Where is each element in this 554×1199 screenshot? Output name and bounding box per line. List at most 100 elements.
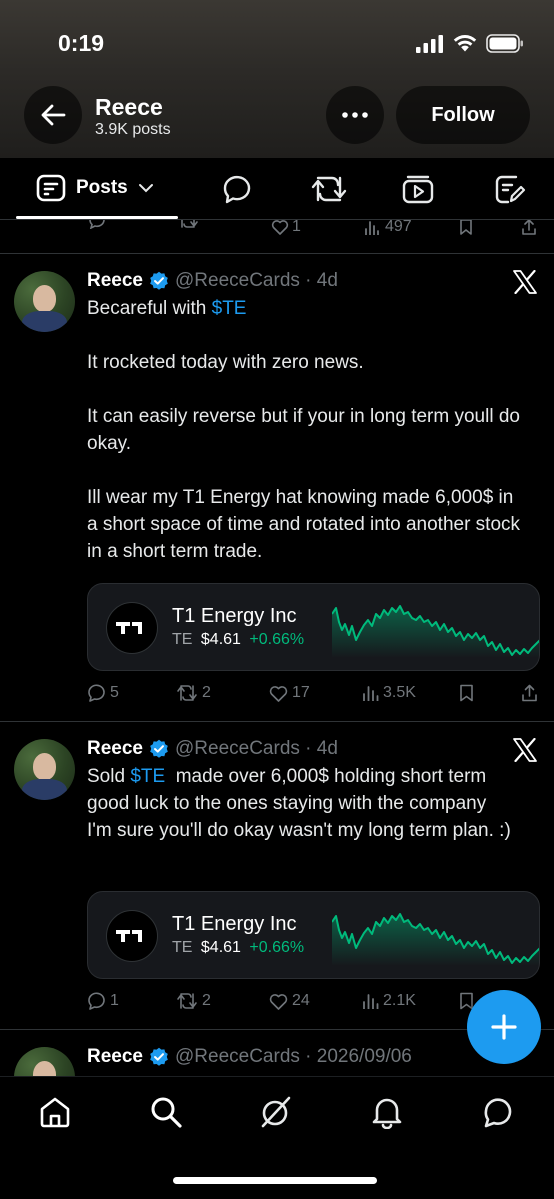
reply-button[interactable]: 1 xyxy=(87,992,119,1010)
tweet-text: Becareful with $TE It rocketed today wit… xyxy=(87,295,527,565)
views-count: 2.1K xyxy=(383,992,416,1009)
media-icon[interactable] xyxy=(402,174,434,204)
tweet[interactable]: Reece @ReeceCards · 4d Becareful with $T… xyxy=(0,254,554,722)
tab-active-indicator xyxy=(16,216,178,219)
author-name[interactable]: Reece xyxy=(87,1046,143,1068)
tweet-header: Reece @ReeceCards · 4d xyxy=(87,270,338,292)
stock-card[interactable]: T1 Energy Inc TE $4.61 +0.66% xyxy=(87,583,540,671)
like-count: 17 xyxy=(292,684,310,701)
views-count: 3.5K xyxy=(383,684,416,701)
posts-icon xyxy=(36,174,66,202)
profile-name: Reece xyxy=(95,94,163,120)
back-button[interactable] xyxy=(24,86,82,144)
messages-icon[interactable] xyxy=(481,1095,515,1129)
articles-icon[interactable] xyxy=(494,174,526,204)
tweet-text: Sold $TE made over 6,000$ holding short … xyxy=(87,763,512,844)
reply-icon xyxy=(88,992,105,1010)
reply-icon xyxy=(88,684,105,702)
home-indicator xyxy=(173,1177,377,1184)
views-icon xyxy=(363,994,379,1009)
views-button[interactable]: 2.1K xyxy=(362,992,416,1010)
like-button[interactable]: 17 xyxy=(269,684,310,702)
tab-posts-label: Posts xyxy=(76,177,128,198)
verified-badge-icon xyxy=(149,271,169,291)
tweet[interactable]: Reece @ReeceCards · 4d Sold $TE made ove… xyxy=(0,722,554,1030)
stock-ticker: TE xyxy=(172,631,193,648)
stock-quote: TE $4.61 +0.66% xyxy=(172,939,304,957)
verified-badge-icon xyxy=(149,739,169,759)
stock-sparkline xyxy=(332,913,539,966)
stock-quote: TE $4.61 +0.66% xyxy=(172,631,304,649)
tweet-paragraph: Becareful with $TE xyxy=(87,298,247,319)
like-icon xyxy=(269,685,288,702)
status-time: 0:19 xyxy=(58,30,105,56)
views-icon xyxy=(363,686,379,701)
like-icon[interactable] xyxy=(271,220,289,235)
repost-icon xyxy=(177,993,197,1009)
home-icon[interactable] xyxy=(38,1095,72,1129)
repost-count: 2 xyxy=(202,684,211,701)
avatar[interactable] xyxy=(14,739,75,800)
previous-views-count: 497 xyxy=(385,220,412,235)
reply-icon[interactable] xyxy=(88,220,106,229)
cashtag-link[interactable]: $TE xyxy=(212,298,247,319)
system-icons xyxy=(416,34,524,53)
cashtag-link[interactable]: $TE xyxy=(130,766,165,787)
bookmark-icon[interactable] xyxy=(459,220,473,235)
x-logo-icon xyxy=(513,270,537,294)
arrow-left-icon xyxy=(41,104,66,126)
stock-name: T1 Energy Inc xyxy=(172,913,297,935)
like-button[interactable]: 24 xyxy=(269,992,310,1010)
tweet-paragraph: It rocketed today with zero news. xyxy=(87,352,364,373)
replies-icon[interactable] xyxy=(221,174,255,204)
stock-change: +0.66% xyxy=(249,631,305,648)
plus-icon xyxy=(491,1014,517,1040)
repost-count: 2 xyxy=(202,992,211,1009)
reply-button[interactable]: 5 xyxy=(87,684,119,702)
profile-posts-count: 3.9K posts xyxy=(95,121,171,138)
stock-sparkline xyxy=(332,605,539,658)
author-handle-time[interactable]: @ReeceCards · 2026/09/06 xyxy=(175,1046,412,1068)
compose-button[interactable] xyxy=(467,990,541,1064)
bookmark-icon xyxy=(460,684,473,702)
share-icon[interactable] xyxy=(521,220,537,235)
author-name[interactable]: Reece xyxy=(87,738,143,760)
stock-card[interactable]: T1 Energy Inc TE $4.61 +0.66% xyxy=(87,891,540,979)
chevron-down-icon xyxy=(138,184,153,193)
views-button[interactable]: 3.5K xyxy=(362,684,416,702)
stock-price: $4.61 xyxy=(200,939,241,956)
tweet-paragraph: Ill wear my T1 Energy hat knowing made 6… xyxy=(87,487,521,562)
tab-posts[interactable]: Posts xyxy=(36,174,154,202)
tweet-paragraph: Sold $TE made over 6,000$ holding short … xyxy=(87,766,511,841)
repost-button[interactable]: 2 xyxy=(176,992,211,1010)
search-icon[interactable] xyxy=(149,1095,183,1129)
verified-badge-icon xyxy=(149,1047,169,1067)
share-button[interactable] xyxy=(521,684,538,702)
avatar[interactable] xyxy=(14,1047,75,1076)
stock-price: $4.61 xyxy=(200,631,241,648)
x-logo-icon xyxy=(513,738,537,762)
bookmark-button[interactable] xyxy=(459,684,474,702)
tweet-header: Reece @ReeceCards · 4d xyxy=(87,738,338,760)
views-icon[interactable] xyxy=(364,220,380,235)
tweet-paragraph: It can easily reverse but if your in lon… xyxy=(87,406,520,454)
repost-icon[interactable] xyxy=(177,220,199,229)
wifi-icon xyxy=(453,35,477,52)
avatar[interactable] xyxy=(14,271,75,332)
repost-button[interactable]: 2 xyxy=(176,684,211,702)
tweet-header: Reece @ReeceCards · 2026/09/06 xyxy=(87,1046,412,1068)
reply-count: 5 xyxy=(110,684,119,701)
more-options-button[interactable] xyxy=(326,86,384,144)
notifications-icon[interactable] xyxy=(370,1095,404,1129)
share-icon xyxy=(522,684,537,702)
t1-energy-logo-icon xyxy=(106,602,158,654)
repost-icon xyxy=(177,685,197,701)
author-handle-time[interactable]: @ReeceCards · 4d xyxy=(175,738,338,760)
profile-tabs: Posts xyxy=(0,158,554,220)
author-handle-time[interactable]: @ReeceCards · 4d xyxy=(175,270,338,292)
grok-icon[interactable] xyxy=(259,1095,293,1129)
follow-button[interactable]: Follow xyxy=(396,86,530,144)
status-bar: 0:19 xyxy=(0,0,554,80)
author-name[interactable]: Reece xyxy=(87,270,143,292)
reposts-icon[interactable] xyxy=(310,174,348,204)
